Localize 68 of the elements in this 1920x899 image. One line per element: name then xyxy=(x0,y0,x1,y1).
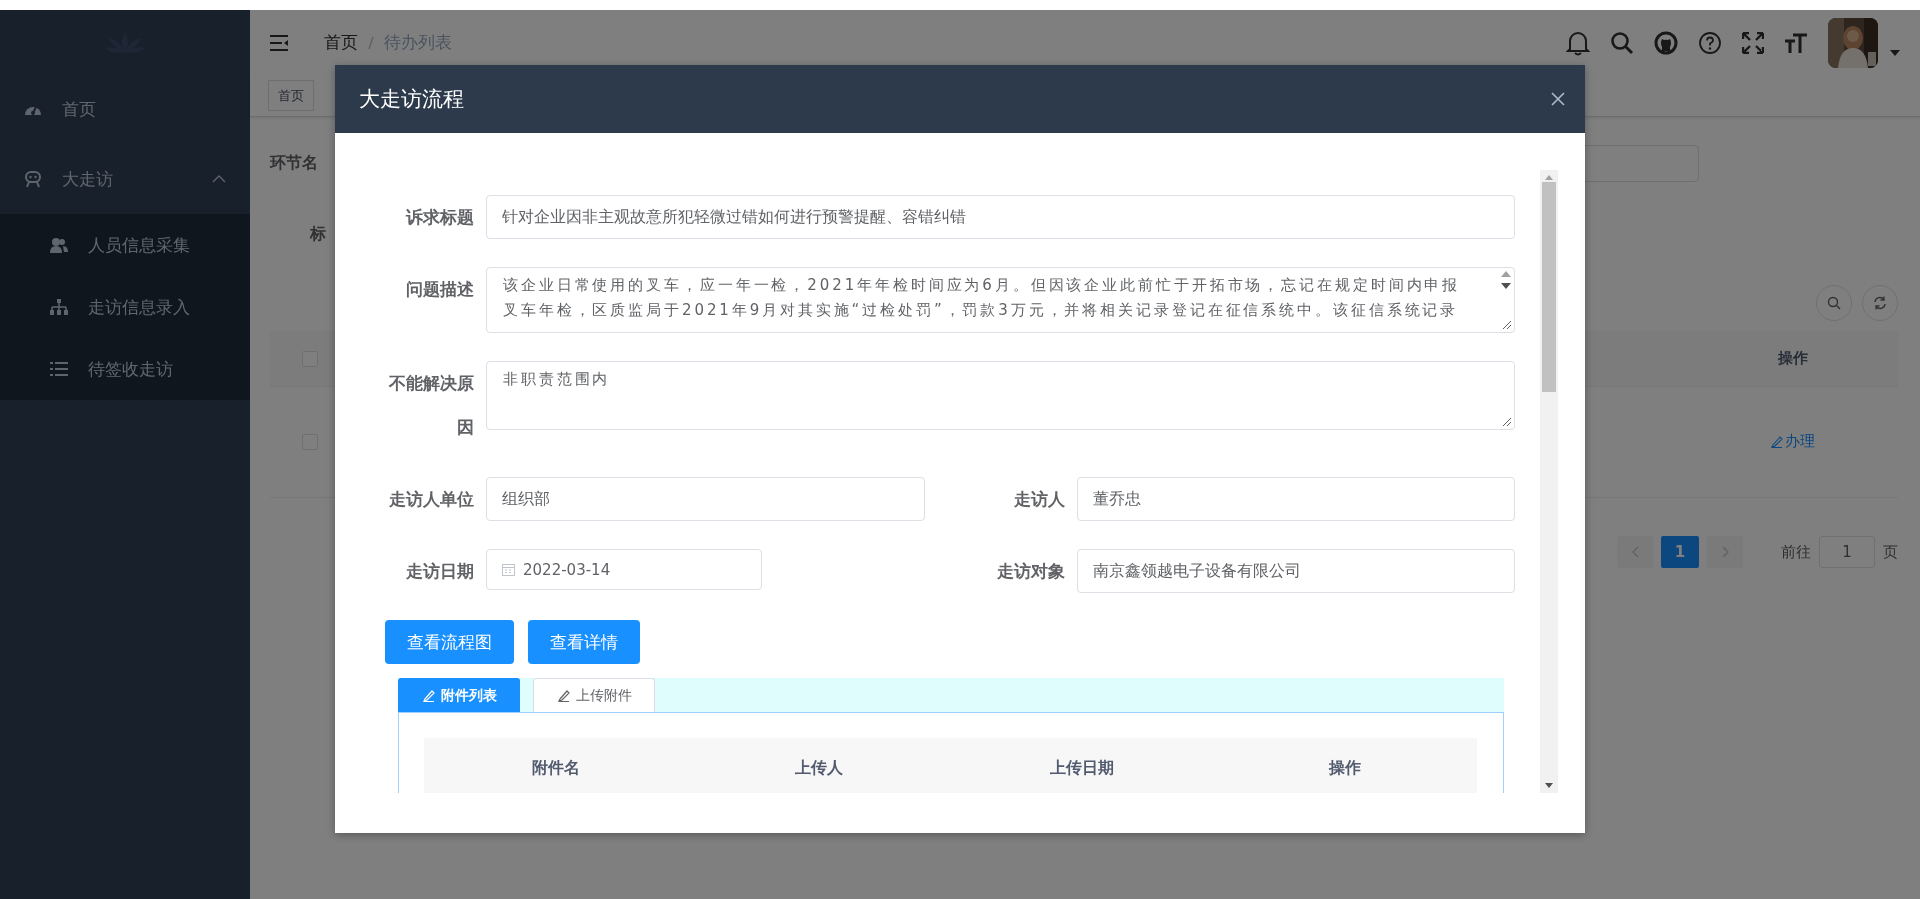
field-label: 环节名 xyxy=(270,153,318,174)
field-label: 问题描述 xyxy=(406,279,474,299)
field-label: 走访人单位 xyxy=(389,489,474,509)
fullscreen-icon[interactable] xyxy=(1742,31,1764,54)
cat-face-icon[interactable] xyxy=(1654,30,1678,55)
action-button[interactable]: 查看详情 xyxy=(528,620,640,664)
list-icon xyxy=(50,361,68,377)
sidebar-subitem[interactable]: 人员信息采集 xyxy=(0,214,250,276)
scrollbar-thumb[interactable] xyxy=(1542,182,1556,392)
refresh-icon xyxy=(1873,296,1887,310)
column-header: 操作 xyxy=(1777,349,1809,368)
field-label: 走访人 xyxy=(1014,489,1065,509)
refresh-button[interactable] xyxy=(1862,285,1898,321)
text-field[interactable]: 针对企业因非主观故意所犯轻微过错如何进行预警提醒、容错纠错 xyxy=(486,195,1515,239)
pencil-icon xyxy=(1771,435,1783,448)
field-label: 走访日期 xyxy=(406,561,474,581)
column-header: 上传日期 xyxy=(1049,757,1116,779)
action-button[interactable]: 查看流程图 xyxy=(385,620,514,664)
goto-label: 前往 xyxy=(1781,542,1811,562)
column-header: 上传人 xyxy=(793,757,844,779)
menu-icon[interactable] xyxy=(270,34,288,51)
date-field[interactable]: 2022-03-14 xyxy=(486,549,762,590)
sitemap-icon xyxy=(50,299,68,315)
pencil-icon xyxy=(423,689,435,702)
search-icon[interactable] xyxy=(1610,30,1634,55)
column-header: 附件名 xyxy=(530,757,581,779)
breadcrumb-item[interactable]: 首页 xyxy=(324,31,358,54)
dialog-title: 大走访流程 xyxy=(359,86,464,113)
text-field[interactable]: 南京鑫领越电子设备有限公司 xyxy=(1077,549,1515,593)
field-label: 诉求标题 xyxy=(406,207,474,227)
column-header: 操作 xyxy=(1327,757,1363,779)
scroll-down-icon[interactable] xyxy=(1501,283,1511,289)
sidebar-subitem[interactable]: 走访信息录入 xyxy=(0,276,250,338)
handle-link[interactable]: 办理 xyxy=(1771,432,1815,451)
help-icon[interactable] xyxy=(1698,30,1722,55)
people-icon xyxy=(50,237,68,253)
scroll-down-icon[interactable] xyxy=(1545,783,1553,788)
sidebar-item[interactable]: 首页 xyxy=(0,74,250,144)
search-button[interactable] xyxy=(1816,285,1852,321)
tab[interactable]: 附件列表 xyxy=(398,678,520,712)
textarea-field[interactable]: 非职责范围内 xyxy=(486,361,1515,430)
text-field[interactable]: 组织部 xyxy=(486,477,925,521)
tag[interactable]: 首页 xyxy=(268,80,314,111)
close-icon[interactable] xyxy=(1551,92,1565,106)
sidebar-subitem[interactable]: 待签收走访 xyxy=(0,338,250,400)
page-input[interactable]: 1 xyxy=(1819,536,1875,568)
field-label: 走访对象 xyxy=(997,561,1065,581)
page-button[interactable]: 1 xyxy=(1661,536,1699,568)
calendar-icon xyxy=(502,563,515,576)
tab[interactable]: 上传附件 xyxy=(533,678,655,712)
bell-icon[interactable] xyxy=(1566,29,1590,56)
robot-icon xyxy=(24,170,42,188)
chevron-left-icon xyxy=(1631,546,1639,558)
resize-grip-icon[interactable] xyxy=(1502,417,1512,427)
page-suffix: 页 xyxy=(1883,542,1898,562)
text-size-icon[interactable] xyxy=(1784,31,1808,54)
field-label: 标 xyxy=(310,224,326,245)
slash-icon xyxy=(368,35,374,50)
pencil-icon xyxy=(558,689,570,702)
chevron-right-icon xyxy=(1721,546,1729,558)
text-field[interactable]: 董乔忠 xyxy=(1077,477,1515,521)
caret-down-icon[interactable] xyxy=(1890,49,1900,56)
scroll-up-icon[interactable] xyxy=(1501,271,1511,277)
textarea-field[interactable]: 该企业日常使用的叉车，应一年一检，2021年年检时间应为6月。但因该企业此前忙于开拓市场，忘记在规定时间内申报 叉车年检，区质监局于2021年9月对其实施“过检处罚”，罚款3万元，并将相关记录登记在征信系统中。该征信系统记录 xyxy=(486,267,1515,333)
field-label: 不能解决原因 xyxy=(389,373,474,437)
resize-grip-icon[interactable] xyxy=(1502,320,1512,330)
search-icon xyxy=(1827,296,1841,310)
sidebar-item[interactable]: 大走访 xyxy=(0,144,250,214)
